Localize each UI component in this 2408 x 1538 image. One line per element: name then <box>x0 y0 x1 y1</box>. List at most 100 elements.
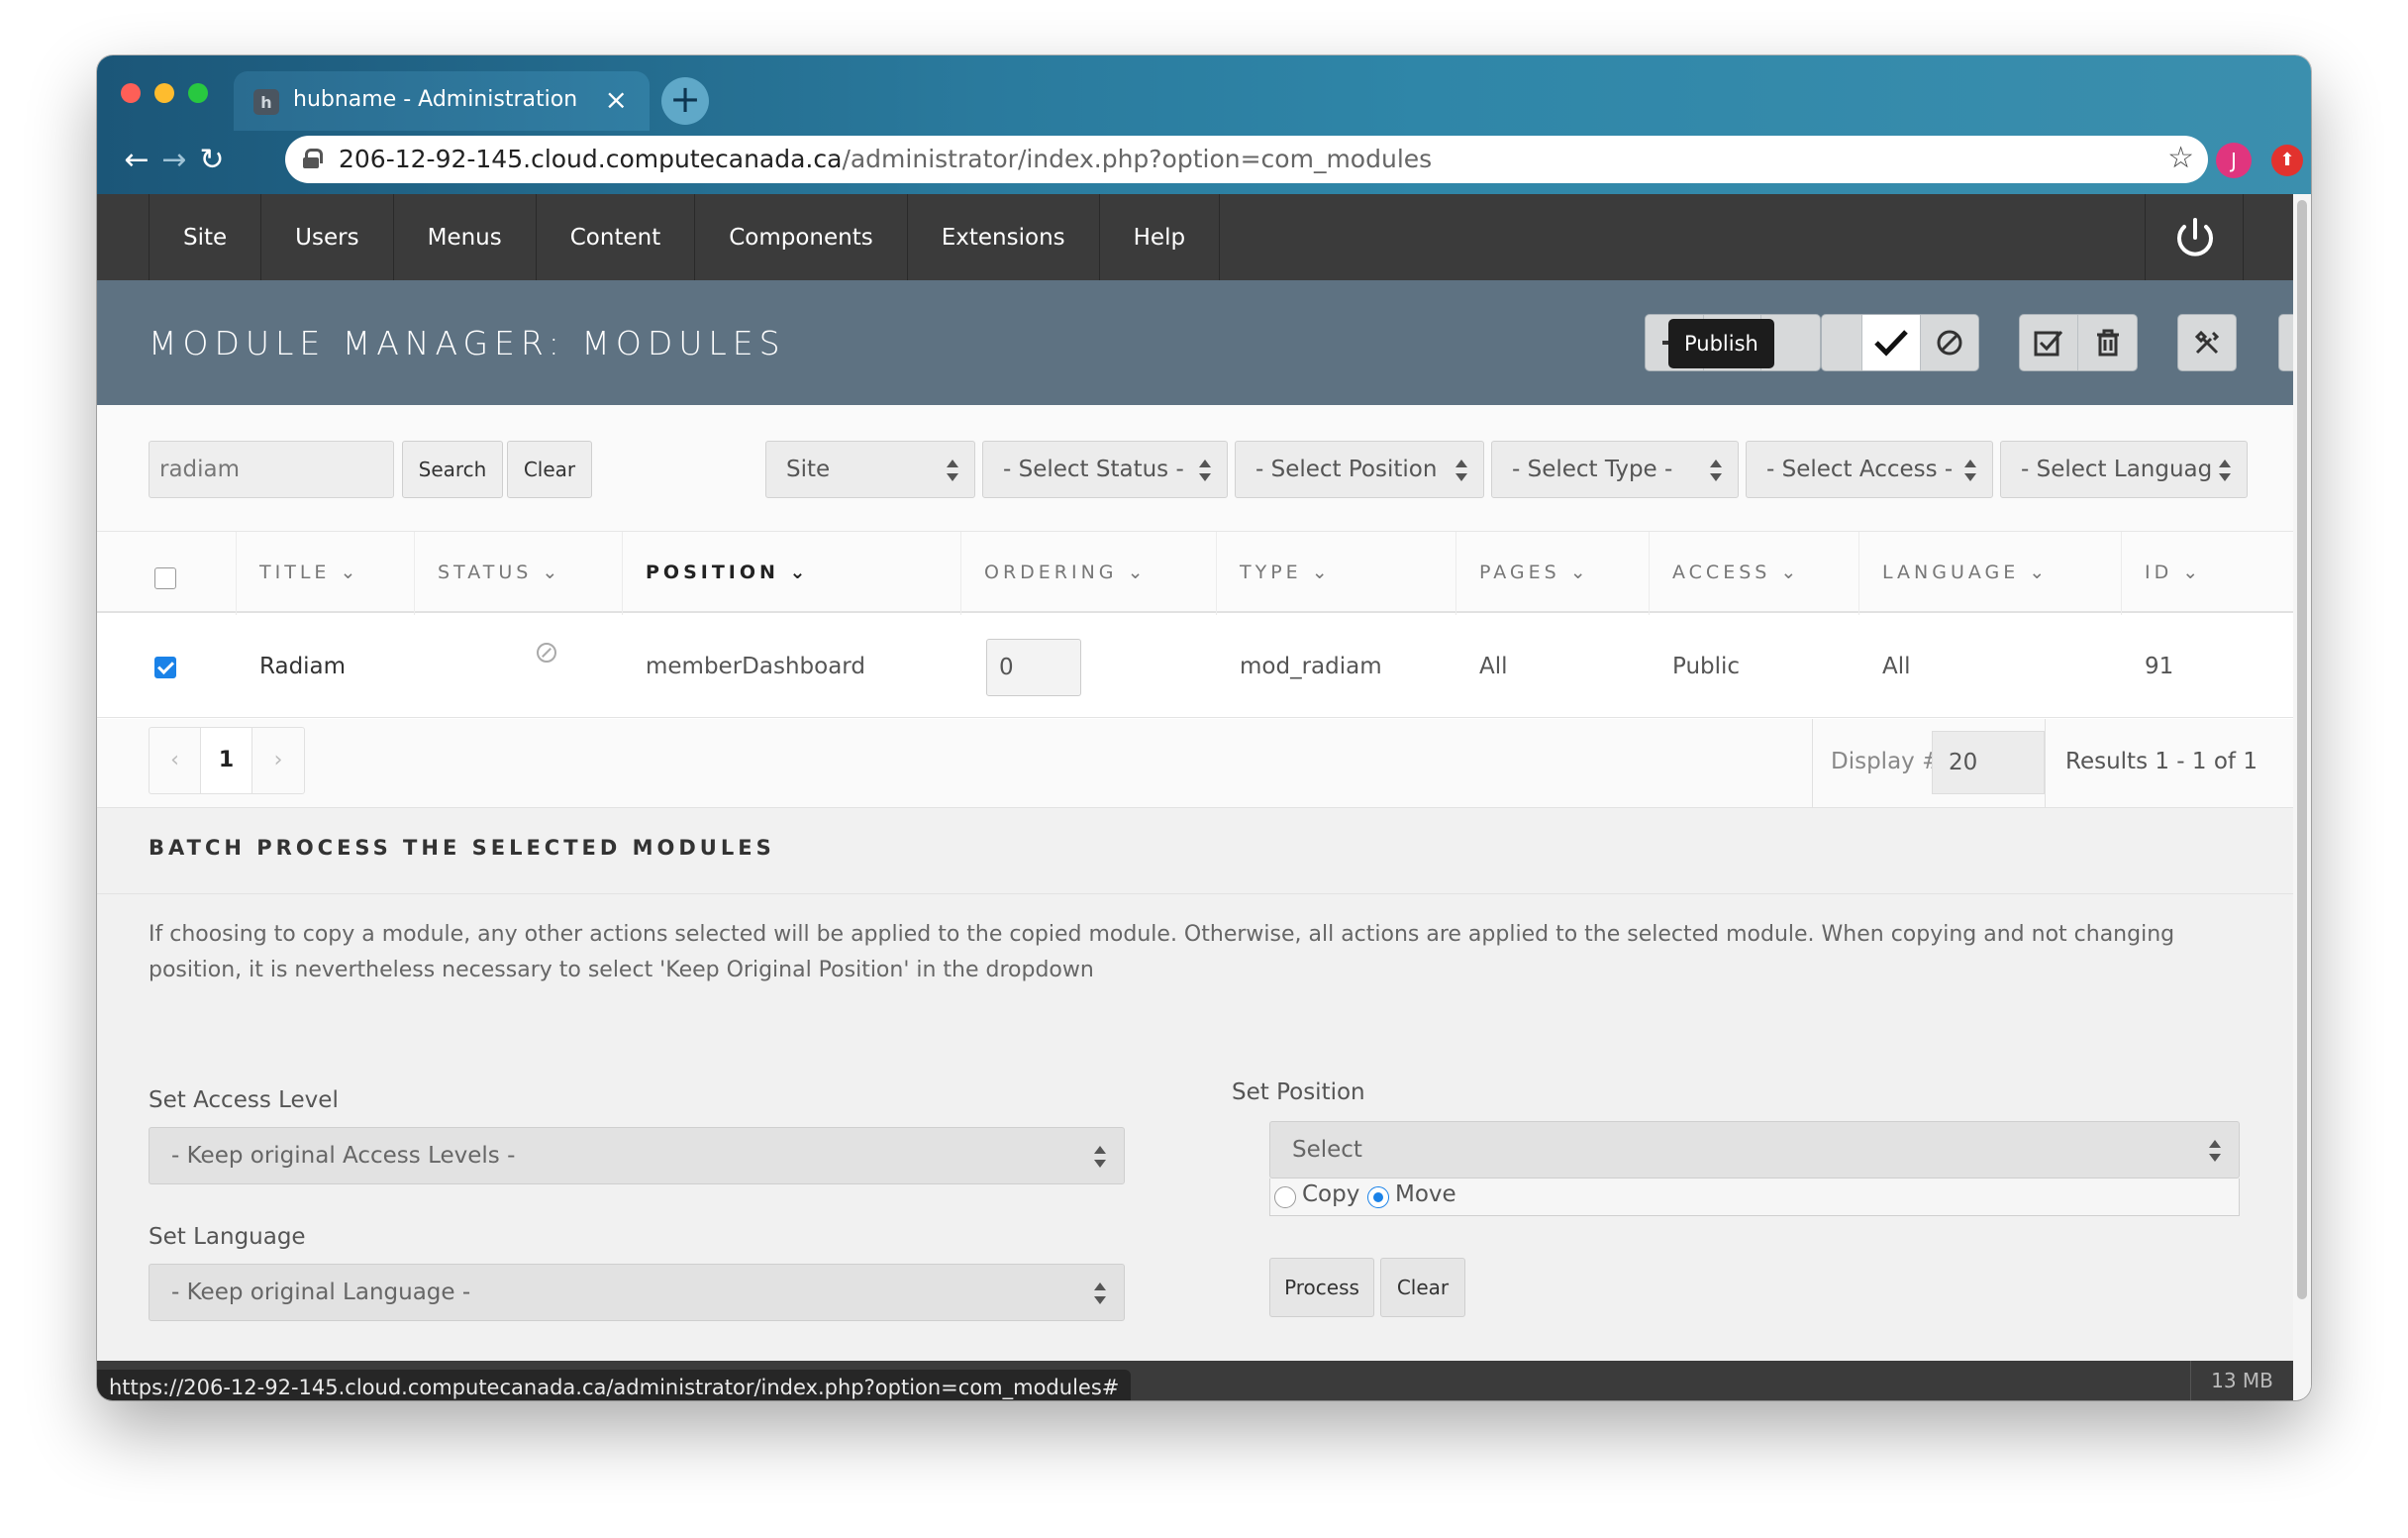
page-number-current[interactable]: 1 <box>201 728 252 793</box>
select-arrows-icon <box>1199 460 1211 481</box>
table-header: TITLE ⌄ STATUS ⌄ POSITION ⌄ ORDERING ⌄ T… <box>97 532 2293 613</box>
column-header-language[interactable]: LANGUAGE ⌄ <box>1882 532 2049 613</box>
check-square-icon <box>2034 331 2063 357</box>
url-text: 206-12-92-145.cloud.computecanada.ca/adm… <box>339 145 1433 173</box>
column-header-title[interactable]: TITLE ⌄ <box>259 532 359 613</box>
page-title: MODULE MANAGER: MODULES <box>149 324 786 362</box>
move-radio[interactable] <box>1367 1186 1389 1208</box>
publish-button[interactable] <box>1861 315 1921 370</box>
status-select-value: - Select Status - <box>1003 457 1184 482</box>
browser-tab[interactable]: h hubname - Administration × <box>234 71 650 131</box>
language-select-value: - Select Languag <box>2021 457 2213 482</box>
checkin-button[interactable] <box>2020 315 2079 370</box>
table-row: Radiam memberDashboard 0 mod_radiam All … <box>97 615 2293 718</box>
back-arrow-icon[interactable]: ← <box>117 143 156 177</box>
client-select[interactable]: Site <box>765 441 975 498</box>
nav-item-site[interactable]: Site <box>150 194 262 280</box>
next-page-button[interactable]: › <box>252 728 304 793</box>
memory-usage: 13 MB <box>2190 1361 2293 1400</box>
position-select[interactable]: - Select Position <box>1235 441 1484 498</box>
reload-icon[interactable]: ↻ <box>192 143 232 177</box>
batch-description: If choosing to copy a module, any other … <box>149 922 2175 982</box>
batch-clear-button[interactable]: Clear <box>1380 1258 1465 1317</box>
select-arrows-icon <box>947 460 958 481</box>
type-select-value: - Select Type - <box>1512 457 1673 482</box>
bookmark-star-icon[interactable]: ☆ <box>2167 141 2194 175</box>
type-select[interactable]: - Select Type - <box>1491 441 1739 498</box>
nav-item-components[interactable]: Components <box>695 194 908 280</box>
column-header-ordering[interactable]: ORDERING ⌄ <box>984 532 1148 613</box>
previous-page-button[interactable]: ‹ <box>150 728 201 793</box>
nav-item-users[interactable]: Users <box>261 194 394 280</box>
nav-item-help[interactable]: Help <box>1100 194 1221 280</box>
column-header-status[interactable]: STATUS ⌄ <box>438 532 561 613</box>
help-button[interactable]: ? <box>2279 315 2293 370</box>
page-scrollbar[interactable] <box>2293 194 2311 1400</box>
tab-title: hubname - Administration <box>293 87 578 112</box>
select-arrows-icon <box>2018 752 2030 773</box>
column-header-id[interactable]: ID ⌄ <box>2145 532 2202 613</box>
close-window-button[interactable] <box>121 83 141 103</box>
admin-top-nav: Site Users Menus Content Components Exte… <box>97 194 2293 280</box>
batch-access-select[interactable]: - Keep original Access Levels - <box>149 1127 1125 1184</box>
status-select[interactable]: - Select Status - <box>982 441 1228 498</box>
unpublished-status-icon[interactable] <box>537 643 556 663</box>
lock-icon <box>303 149 323 168</box>
batch-language-select[interactable]: - Keep original Language - <box>149 1264 1125 1321</box>
display-limit-label: Display # <box>1831 749 1942 774</box>
copy-radio[interactable] <box>1274 1186 1296 1208</box>
row-access: Public <box>1672 654 1741 679</box>
process-button[interactable]: Process <box>1269 1258 1374 1317</box>
row-checkbox[interactable] <box>154 657 176 678</box>
nav-item-extensions[interactable]: Extensions <box>908 194 1100 280</box>
row-position: memberDashboard <box>646 654 865 679</box>
tools-icon <box>2194 330 2220 355</box>
address-bar[interactable]: 206-12-92-145.cloud.computecanada.ca/adm… <box>285 136 2208 183</box>
access-select[interactable]: - Select Access - <box>1746 441 1993 498</box>
profile-avatar[interactable]: J <box>2216 143 2252 178</box>
display-limit-select[interactable]: 20 <box>1932 731 2045 794</box>
toolbar-group-actions <box>2019 314 2138 371</box>
select-arrows-icon <box>1094 1146 1106 1168</box>
close-tab-icon[interactable]: × <box>605 83 628 116</box>
search-button[interactable]: Search <box>402 441 503 498</box>
pagination: ‹ 1 › <box>149 727 305 794</box>
new-tab-button[interactable]: + <box>661 77 709 125</box>
language-select[interactable]: - Select Languag <box>2000 441 2248 498</box>
browser-window: h hubname - Administration × + ← → ↻ 206… <box>97 55 2311 1400</box>
column-header-pages[interactable]: PAGES ⌄ <box>1479 532 1590 613</box>
checkmark-icon <box>1873 330 1908 357</box>
select-arrows-icon <box>1455 460 1467 481</box>
scrollbar-thumb[interactable] <box>2297 200 2307 1299</box>
batch-position-select[interactable]: Select <box>1269 1121 2240 1179</box>
trash-button[interactable] <box>2078 315 2137 370</box>
publish-tooltip: Publish <box>1668 319 1774 368</box>
maximize-window-button[interactable] <box>188 83 208 103</box>
position-select-value: - Select Position <box>1255 457 1438 482</box>
column-header-position[interactable]: POSITION ⌄ <box>646 532 809 613</box>
column-header-type[interactable]: TYPE ⌄ <box>1240 532 1332 613</box>
row-type: mod_radiam <box>1240 654 1382 679</box>
minimize-window-button[interactable] <box>154 83 174 103</box>
display-limit: Display # 20 <box>1812 719 2046 808</box>
forward-arrow-icon[interactable]: → <box>154 143 194 177</box>
select-all-checkbox[interactable] <box>154 567 176 589</box>
logout-button[interactable] <box>2145 194 2244 280</box>
toolbar-group-publish <box>1821 314 1979 371</box>
nav-item-content[interactable]: Content <box>537 194 696 280</box>
unpublish-button[interactable] <box>1921 315 1979 370</box>
column-header-access[interactable]: ACCESS ⌄ <box>1672 532 1800 613</box>
row-ordering-input[interactable]: 0 <box>986 639 1081 696</box>
copy-label: Copy <box>1302 1181 1360 1207</box>
page-content: Site Users Menus Content Components Exte… <box>97 194 2293 1400</box>
copy-move-options: Copy Move <box>1269 1179 2240 1216</box>
nav-item-menus[interactable]: Menus <box>394 194 537 280</box>
language-label: Set Language <box>149 1224 306 1250</box>
clear-search-button[interactable]: Clear <box>507 441 592 498</box>
extension-upload-icon[interactable]: ⬆ <box>2271 145 2303 176</box>
access-select-value: - Select Access - <box>1766 457 1954 482</box>
search-input[interactable]: radiam <box>149 441 394 498</box>
position-label: Set Position <box>1232 1079 1365 1105</box>
row-title-link[interactable]: Radiam <box>259 615 346 718</box>
options-button[interactable] <box>2178 315 2236 370</box>
